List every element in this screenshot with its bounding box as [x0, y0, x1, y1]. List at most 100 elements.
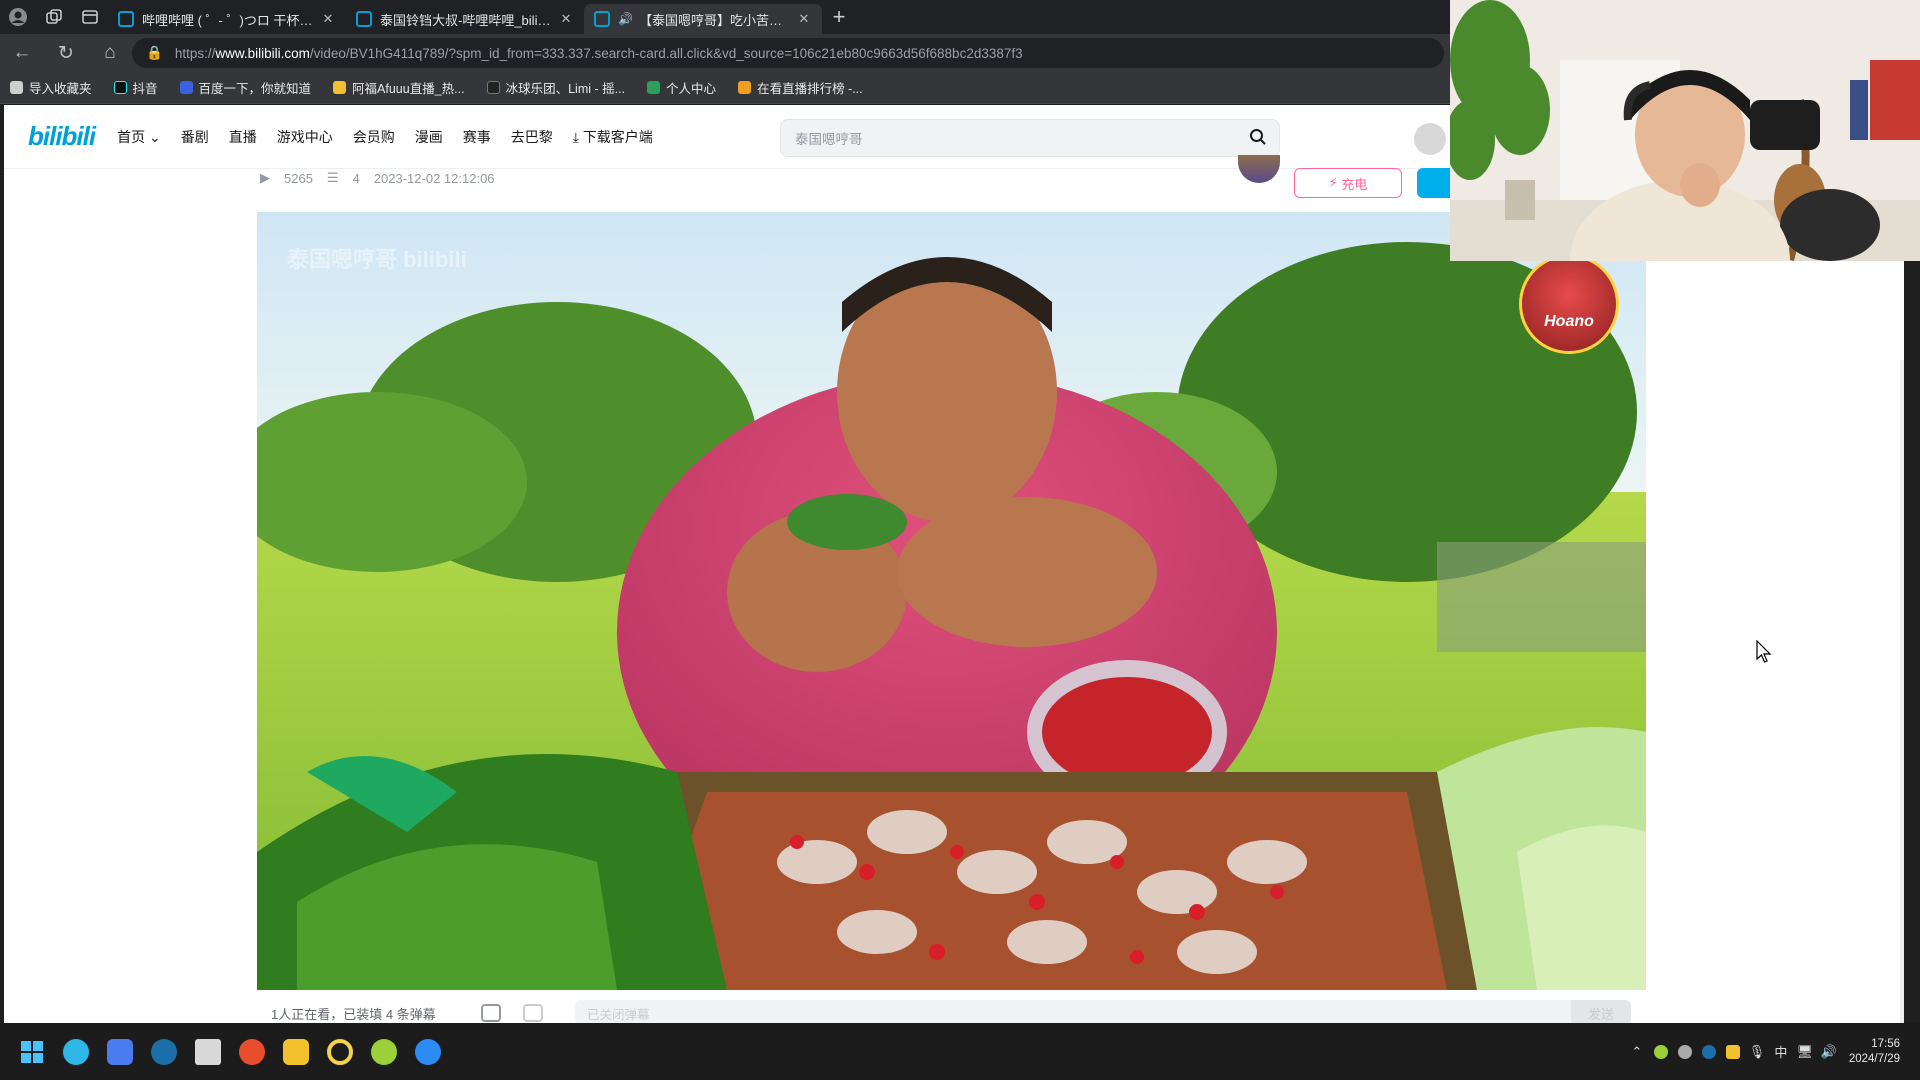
danmaku-count-icon: ☰	[326, 170, 339, 185]
network-icon[interactable]: 🖥	[1793, 1040, 1817, 1064]
charge-button[interactable]: ⚡ 充电	[1294, 168, 1402, 198]
volume-icon[interactable]: 🔊	[1817, 1040, 1841, 1064]
url-host: www.bilibili.com	[215, 45, 310, 61]
new-tab-button[interactable]: +	[822, 0, 856, 34]
close-icon[interactable]: ✕	[558, 11, 574, 27]
channel-badge: Hoano	[1519, 254, 1619, 354]
bookmark-douyin[interactable]: 抖音	[113, 78, 158, 97]
bilibili-logo[interactable]: bilibili	[28, 121, 96, 152]
workspaces-icon[interactable]	[36, 0, 72, 34]
video-watermark: 泰国嗯哼哥 bilibili	[287, 247, 467, 272]
download-icon: ⤓	[572, 128, 583, 145]
video-player[interactable]: 泰国嗯哼哥 bilibili Hoano	[257, 212, 1646, 990]
circle-app-icon[interactable]	[318, 1030, 362, 1074]
webcam-frame	[1450, 0, 1920, 261]
nav-mall[interactable]: 会员购	[353, 127, 395, 147]
nav-game-center[interactable]: 游戏中心	[277, 127, 333, 147]
bookmark-limi[interactable]: 冰球乐团、Limi - 摇...	[486, 78, 626, 97]
page-scrollbar[interactable]: ▼	[1900, 360, 1904, 1023]
close-icon[interactable]: ✕	[320, 11, 336, 27]
steam-tray-icon[interactable]	[1697, 1040, 1721, 1064]
tray-app-icon[interactable]	[1649, 1040, 1673, 1064]
publish-date: 2023-12-02 12:12:06	[373, 170, 495, 186]
owl-app-icon[interactable]	[274, 1030, 318, 1074]
tray-app-icon[interactable]	[1673, 1040, 1697, 1064]
bookmark-import[interactable]: 导入收藏夹	[10, 78, 92, 97]
play-count-icon: ▶	[260, 170, 270, 185]
video-frame	[257, 212, 1646, 990]
bookmark-ranking[interactable]: 在看直播排行榜 -...	[738, 78, 863, 97]
bookmark-label: 在看直播排行榜 -...	[757, 82, 863, 96]
tab-title: 哔哩哔哩 ( ゜- ゜)つロ 干杯~-bilibili	[142, 12, 314, 28]
nav-manga[interactable]: 漫画	[415, 127, 443, 147]
bookmark-baidu[interactable]: 百度一下，你就知道	[179, 78, 312, 97]
lock-icon: 🔒	[146, 45, 163, 60]
back-arrow-icon[interactable]: ←	[0, 34, 44, 72]
uploader-avatar[interactable]	[1238, 155, 1280, 183]
feather-icon	[333, 81, 347, 94]
nav-live[interactable]: 直播	[229, 127, 257, 147]
charge-label: 充电	[1341, 176, 1368, 192]
nav-home[interactable]: 首页 ⌄	[117, 127, 161, 147]
bilibili-tab-icon	[356, 11, 372, 27]
speaker-icon[interactable]: 🔊	[618, 12, 633, 26]
avatar[interactable]	[1414, 123, 1446, 155]
blue-app-icon[interactable]	[406, 1030, 450, 1074]
bookmark-label: 阿福Afuuu直播_热...	[352, 82, 465, 96]
nav-bangumi[interactable]: 番剧	[181, 127, 209, 147]
ime-indicator[interactable]: 中	[1769, 1040, 1793, 1064]
bookmark-personal[interactable]: 个人中心	[647, 78, 716, 97]
nav-esports[interactable]: 赛事	[463, 127, 491, 147]
bookmarks-bar: 导入收藏夹 抖音 百度一下，你就知道 阿福Afuuu直播_热... 冰球乐团、L…	[0, 72, 1450, 104]
clock[interactable]: 17:56 2024/7/29	[1849, 1037, 1900, 1067]
nav-download-client[interactable]: ⤓ 下载客户端	[573, 127, 653, 147]
pinned-app-icon[interactable]	[186, 1030, 230, 1074]
search-placeholder: 泰国嗯哼哥	[795, 132, 863, 147]
bookmark-afuuu[interactable]: 阿福Afuuu直播_热...	[333, 78, 465, 97]
reload-icon[interactable]: ↻	[44, 34, 88, 72]
webcam-overlay	[1450, 0, 1920, 261]
start-button[interactable]	[10, 1030, 54, 1074]
send-button[interactable]: 发送	[1571, 1000, 1631, 1023]
microphone-icon[interactable]: 🎙	[1745, 1040, 1769, 1064]
edge-icon[interactable]	[54, 1030, 98, 1074]
address-bar-row: ← ↻ ⌂ 🔒 https://www.bilibili.com/video/B…	[0, 34, 1450, 72]
clock-time: 17:56	[1871, 1037, 1900, 1050]
desktop: 哔哩哔哩 ( ゜- ゜)つロ 干杯~-bilibili ✕ 泰国铃铛大叔-哔哩哔…	[0, 0, 1920, 1080]
search-icon[interactable]	[1249, 128, 1267, 151]
danmaku-input[interactable]: 已关闭弹幕	[575, 1000, 1571, 1023]
tab-actions-icon[interactable]	[72, 0, 108, 34]
site-nav: 首页 ⌄ 番剧 直播 游戏中心 会员购 漫画 赛事 去巴黎 ⤓ 下载客户端	[117, 127, 673, 147]
url-path: /video/BV1hG411q789/?spm_id_from=333.337…	[309, 45, 1023, 61]
bookmark-label: 导入收藏夹	[29, 82, 92, 96]
mouse-cursor-icon	[1756, 639, 1772, 669]
chevron-up-icon[interactable]: ⌃	[1625, 1040, 1649, 1064]
douyin-icon	[113, 81, 127, 94]
danmaku-placeholder: 已关闭弹幕	[587, 1007, 650, 1022]
profile-icon[interactable]	[0, 0, 36, 34]
kook-icon[interactable]	[98, 1030, 142, 1074]
url-scheme: https://	[174, 45, 216, 61]
home-icon[interactable]: ⌂	[88, 34, 132, 72]
ball-app-icon[interactable]	[362, 1030, 406, 1074]
owl-tray-icon[interactable]	[1721, 1040, 1745, 1064]
url-input[interactable]: 🔒 https://www.bilibili.com/video/BV1hG41…	[132, 38, 1444, 68]
danmaku-toggle-icon[interactable]	[481, 1004, 501, 1022]
nav-paris[interactable]: 去巴黎	[511, 127, 553, 147]
bookmark-label: 百度一下，你就知道	[198, 82, 312, 96]
baidu-icon	[179, 81, 193, 94]
clock-date: 2024/7/29	[1848, 1052, 1900, 1065]
bilibili-tab-icon	[594, 11, 610, 27]
gaming-app-icon[interactable]	[230, 1030, 274, 1074]
browser-tab[interactable]: 哔哩哔哩 ( ゜- ゜)つロ 干杯~-bilibili ✕	[108, 4, 346, 34]
danmaku-settings-icon[interactable]	[523, 1004, 543, 1022]
bookmark-label: 冰球乐团、Limi - 摇...	[505, 82, 626, 96]
browser-tab[interactable]: 泰国铃铛大叔-哔哩哔哩_bilibili ✕	[346, 4, 584, 34]
close-icon[interactable]: ✕	[796, 11, 812, 27]
steam-icon[interactable]	[142, 1030, 186, 1074]
alien-icon	[647, 81, 661, 94]
browser-tab-active[interactable]: 🔊 【泰国嗯哼哥】吃小苦瓜蘸 ✕	[584, 4, 822, 34]
site-search-input[interactable]: 泰国嗯哼哥	[780, 119, 1280, 157]
danmaku-count: 4	[352, 170, 360, 186]
site-header: bilibili 首页 ⌄ 番剧 直播 游戏中心 会员购 漫画 赛事 去巴黎 ⤓…	[4, 105, 1454, 169]
